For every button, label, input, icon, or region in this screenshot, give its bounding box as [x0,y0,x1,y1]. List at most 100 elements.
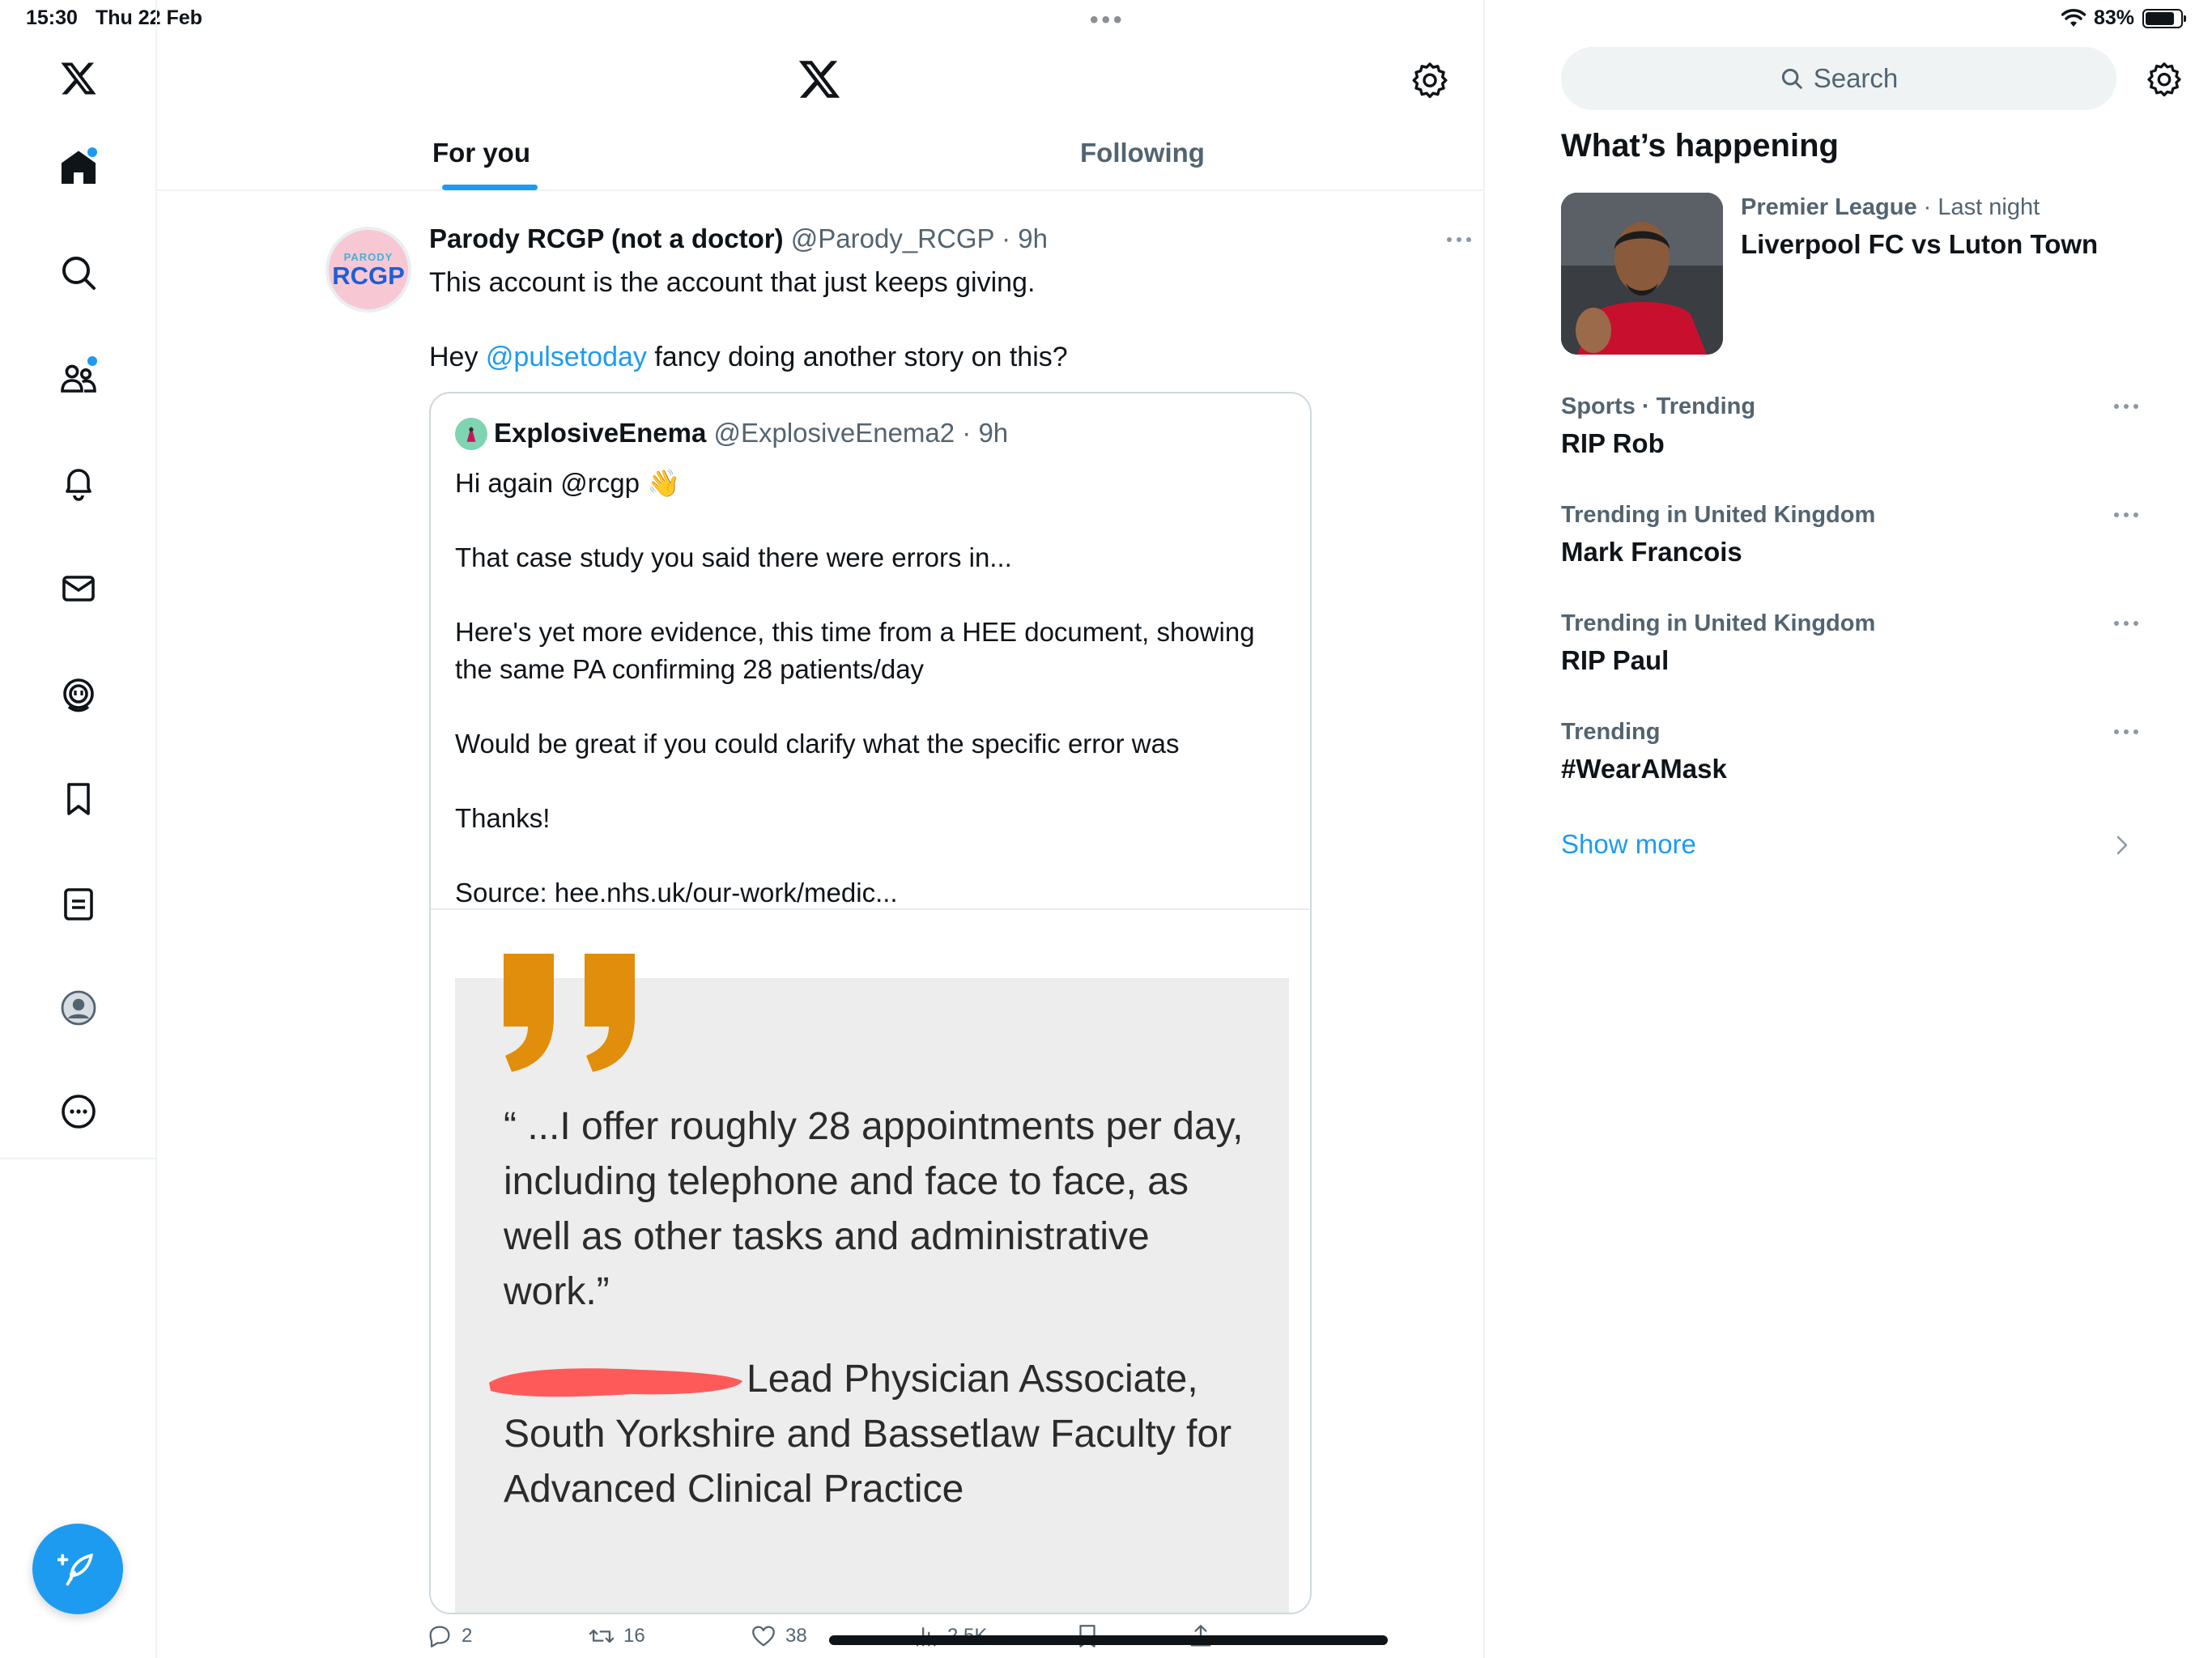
nav-home[interactable] [49,138,108,198]
tweet-text-part: fancy doing another story on this? [646,342,1068,372]
trend-meta: Sports · Trending [1561,393,1756,419]
x-logo-nav-icon[interactable] [49,49,108,108]
news-category: Premier League [1741,194,1917,220]
search-icon [1781,68,1802,89]
nav-communities[interactable] [49,348,108,408]
nav-more[interactable] [49,1082,108,1141]
home-notification-dot [87,147,97,157]
nav-bookmarks[interactable] [49,769,108,829]
tweet-text-line-2: Hey @pulsetoday fancy doing another stor… [429,338,1320,376]
quote-mark-icon [504,954,635,1072]
communities-notification-dot [87,356,97,366]
trend-more-icon[interactable] [2110,507,2142,523]
nav-notifications[interactable] [49,453,108,513]
like-button[interactable]: 38 [750,1622,807,1650]
news-meta: Premier League · Last night [1741,194,2040,221]
left-sidebar [0,0,157,1159]
gear-icon[interactable] [2146,60,2183,97]
avatar-icon [61,990,96,1026]
tweet-author-avatar[interactable]: PARODY RCGP [325,227,411,312]
tweet-header: Parody RCGP (not a doctor) @Parody_RCGP … [429,223,1048,254]
tab-following[interactable]: Following [1080,138,1205,168]
quoted-paragraph: Hi again @rcgp 👋 [455,468,681,498]
nav-profile[interactable] [49,978,108,1038]
player-photo [1561,193,1723,355]
tab-for-you[interactable]: For you [432,138,530,168]
trend-title: RIP Paul [1561,645,1670,675]
search-icon [62,257,96,290]
search-placeholder: Search [1813,63,1899,93]
trend-meta: Trending in United Kingdom [1561,610,1876,636]
reply-count: 2 [462,1625,473,1647]
bell-icon [66,469,91,501]
quoted-divider [431,908,1310,910]
tweet-text-line-1: This account is the account that just ke… [429,267,1036,298]
quoted-author-name[interactable]: ExplosiveEnema [494,418,706,448]
quoted-paragraph: Thanks! [455,803,551,833]
trend-meta: Trending in United Kingdom [1561,502,1876,528]
avatar-big-text: RCGP [332,261,405,290]
news-when: Last night [1938,194,2040,220]
trend-more-icon[interactable] [2110,724,2142,740]
news-title[interactable]: Liverpool FC vs Luton Town [1741,229,2098,260]
quoted-time[interactable]: 9h [978,418,1008,448]
timeline-header: For you Following [157,0,1485,191]
trend-meta: Trending [1561,719,1661,745]
trend-title: RIP Rob [1561,428,1665,458]
tweet-text: This account is the account that just ke… [429,264,1320,376]
envelope-icon [62,576,95,602]
repost-count: 16 [623,1625,645,1647]
trend-title: #WearAMask [1561,754,1727,784]
quoted-paragraph: Would be great if you could clarify what… [455,729,1180,759]
nav-lists[interactable] [49,874,108,934]
chevron-right-icon[interactable] [2113,834,2131,857]
quoted-author-handle[interactable]: @ExplosiveEnema2 [713,418,955,448]
repost-button[interactable]: 16 [588,1622,645,1650]
image-quote-text: “ ...I offer roughly 28 appointments per… [504,1105,1244,1313]
bookmark-icon [67,783,90,815]
reply-icon [429,1626,450,1647]
tweet-text-part: Hey [429,342,486,372]
tweet-author-name[interactable]: Parody RCGP (not a doctor) [429,223,784,253]
mention-link[interactable]: @pulsetoday [486,342,647,372]
active-tab-indicator [442,185,538,190]
quoted-paragraph: That case study you said there were erro… [455,542,1012,572]
quoted-separator: · [955,418,979,448]
show-more-link[interactable]: Show more [1561,829,1696,860]
quoted-author-avatar[interactable] [455,418,487,450]
compose-post-button[interactable] [32,1524,123,1614]
reply-button[interactable]: 2 [426,1622,472,1650]
quoted-text: Hi again @rcgp 👋 That case study you sai… [455,465,1289,949]
quoted-paragraph: Here's yet more evidence, this time from… [455,617,1255,684]
tweet-more-icon[interactable] [1443,232,1475,248]
gear-icon[interactable] [1410,60,1449,99]
image-attribution-text: Lead Physician Associate, South Yorkshir… [504,1358,1232,1511]
nav-messages[interactable] [49,559,108,619]
tweet-author-handle[interactable]: @Parody_RCGP [791,223,994,253]
right-sidebar: Search What’s happening Premier League ·… [1487,0,2212,1658]
trend-more-icon[interactable] [2110,615,2142,631]
trend-item[interactable]: Trending in United Kingdom RIP Paul [1561,610,2144,676]
search-input[interactable]: Search [1561,47,2116,110]
tweet-time[interactable]: 9h [1018,223,1048,253]
quoted-header: ExplosiveEnema @ExplosiveEnema2 · 9h [494,418,1008,449]
trend-item[interactable]: Sports · Trending RIP Rob [1561,393,2144,459]
grok-icon [63,678,94,712]
news-thumbnail[interactable] [1561,193,1723,355]
home-indicator[interactable] [829,1635,1388,1645]
x-logo-icon[interactable] [797,57,842,102]
quoted-tweet[interactable]: ExplosiveEnema @ExplosiveEnema2 · 9h Hi … [429,392,1312,1614]
trend-title: Mark Francois [1561,537,1742,567]
nav-explore[interactable] [49,243,108,303]
like-count: 38 [785,1625,807,1647]
repost-icon [589,1629,615,1643]
trend-more-icon[interactable] [2110,398,2142,414]
trend-item[interactable]: Trending #WearAMask [1561,719,2144,784]
more-circle-icon [62,1095,96,1129]
avatar-figure-icon [466,426,476,442]
nav-grok[interactable] [49,664,108,724]
trend-item[interactable]: Trending in United Kingdom Mark Francois [1561,502,2144,568]
lists-icon [64,888,93,920]
news-separator: · [1916,194,1938,220]
compose-feather-icon [57,1553,93,1586]
